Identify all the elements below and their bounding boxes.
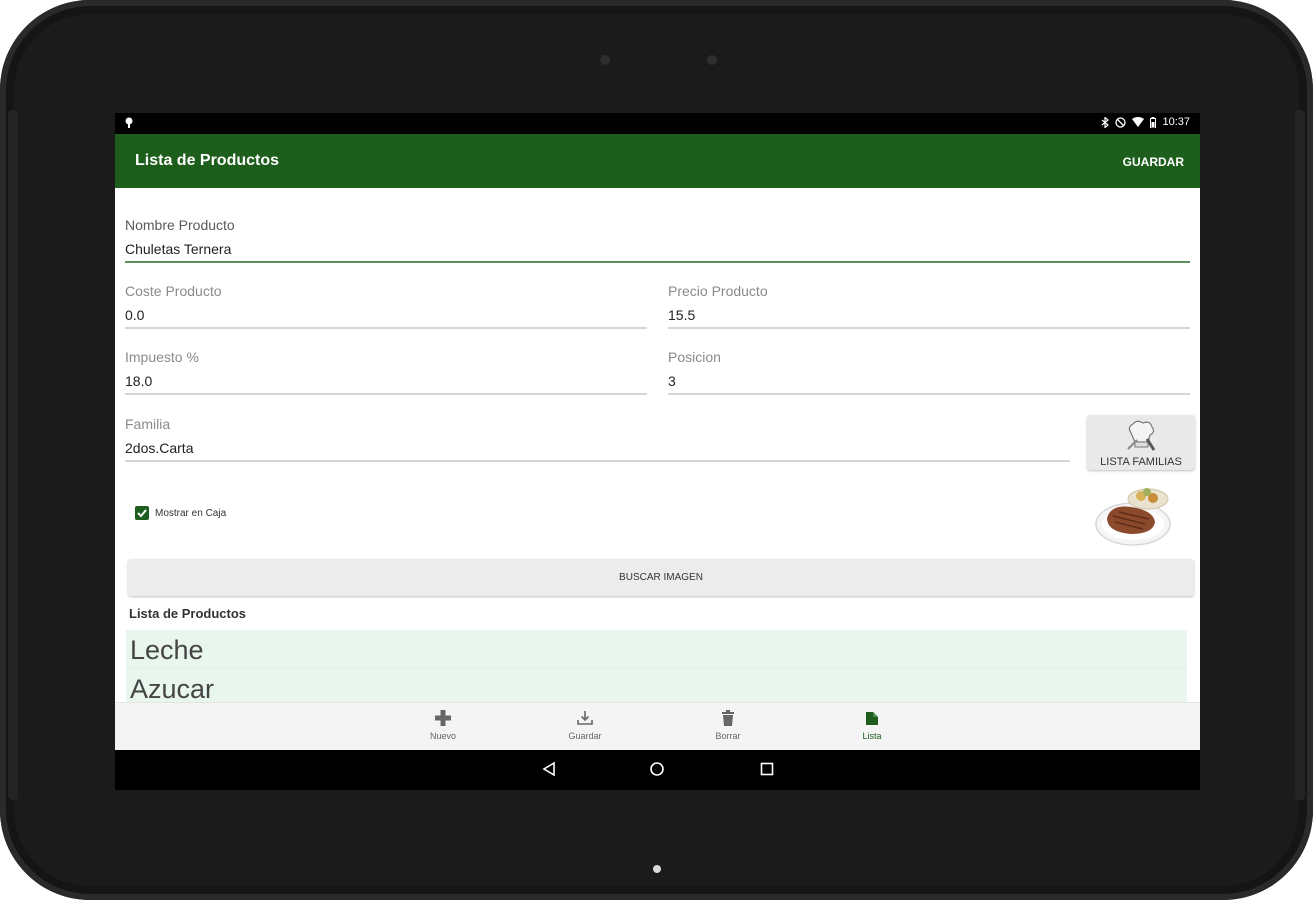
product-image[interactable]: [1093, 482, 1175, 548]
product-name-label: Nombre Producto: [125, 217, 235, 233]
nav-delete-label: Borrar: [715, 731, 741, 741]
tax-label: Impuesto %: [125, 349, 199, 365]
nav-new-label: Nuevo: [429, 731, 456, 741]
save-action-button[interactable]: GUARDAR: [1123, 155, 1184, 169]
product-name-input[interactable]: [125, 241, 1190, 257]
tablet-side-edge-right: [1295, 110, 1305, 800]
nav-save-button[interactable]: Guardar: [555, 709, 615, 741]
product-cost-underline: [125, 327, 647, 329]
family-list-button[interactable]: LISTA FAMILIAS: [1087, 415, 1195, 470]
app-bar: Lista de Productos GUARDAR: [115, 134, 1200, 188]
system-navigation-bar: [115, 750, 1200, 790]
position-label: Posicion: [668, 349, 721, 365]
product-price-input[interactable]: [668, 307, 1190, 323]
product-price-field[interactable]: Precio Producto: [668, 283, 1190, 329]
wifi-icon: [1132, 117, 1145, 127]
home-icon[interactable]: [649, 761, 665, 777]
list-icon: [866, 712, 878, 725]
product-list[interactable]: Leche Azucar: [126, 630, 1187, 710]
do-not-disturb-icon: [1115, 116, 1127, 128]
tax-underline: [125, 393, 647, 395]
product-cost-field[interactable]: Coste Producto: [125, 283, 647, 329]
nav-delete-button[interactable]: Borrar: [698, 709, 758, 741]
product-price-underline: [668, 327, 1190, 329]
family-input[interactable]: [125, 440, 1070, 456]
tablet-sensor: [600, 55, 610, 65]
search-image-button[interactable]: BUSCAR IMAGEN: [128, 559, 1194, 596]
nav-list-label: Lista: [862, 731, 882, 741]
product-name-underline: [125, 261, 1190, 263]
tablet-camera: [707, 55, 717, 65]
show-in-register-label: Mostrar en Caja: [155, 507, 227, 519]
family-label: Familia: [125, 416, 171, 432]
trash-icon: [722, 710, 734, 726]
nav-save-label: Guardar: [568, 731, 602, 741]
chef-hat-icon: [1127, 420, 1156, 451]
download-icon: [577, 711, 593, 725]
product-price-label: Precio Producto: [668, 283, 768, 299]
recents-icon[interactable]: [759, 761, 775, 777]
status-clock: 10:37: [1162, 116, 1190, 128]
family-underline: [125, 460, 1070, 462]
device-screen: 10:37 Lista de Productos GUARDAR Nombre …: [115, 113, 1200, 790]
status-bar: 10:37: [115, 113, 1200, 134]
tax-field[interactable]: Impuesto %: [125, 349, 647, 395]
nav-new-button[interactable]: Nuevo: [413, 709, 473, 741]
position-input[interactable]: [668, 373, 1190, 389]
nav-list-button[interactable]: Lista: [842, 709, 902, 741]
plus-icon: [435, 710, 451, 726]
list-item[interactable]: Leche: [126, 630, 1187, 669]
product-cost-input[interactable]: [125, 307, 647, 323]
position-field[interactable]: Posicion: [668, 349, 1190, 395]
product-cost-label: Coste Producto: [125, 283, 222, 299]
checkmark-icon: [137, 509, 147, 518]
tax-input[interactable]: [125, 373, 647, 389]
family-list-label: LISTA FAMILIAS: [1100, 456, 1182, 468]
show-in-register-row[interactable]: Mostrar en Caja: [135, 506, 226, 520]
tablet-frame: 10:37 Lista de Productos GUARDAR Nombre …: [0, 0, 1313, 900]
battery-icon: [1150, 116, 1157, 128]
bottom-navigation: Nuevo Guardar Borrar Lista: [115, 702, 1200, 750]
back-icon[interactable]: [541, 761, 557, 777]
position-underline: [668, 393, 1190, 395]
app-title: Lista de Productos: [135, 152, 280, 169]
product-list-title: Lista de Productos: [129, 606, 247, 621]
status-icons: 10:37: [1101, 116, 1190, 128]
tablet-side-edge-left: [8, 110, 18, 800]
tablet-home-dot: [653, 865, 661, 873]
bluetooth-icon: [1102, 116, 1110, 128]
product-name-field[interactable]: Nombre Producto: [125, 217, 1190, 263]
show-in-register-checkbox[interactable]: [135, 506, 149, 520]
family-field[interactable]: Familia: [125, 416, 1070, 462]
location-icon: [125, 117, 133, 128]
